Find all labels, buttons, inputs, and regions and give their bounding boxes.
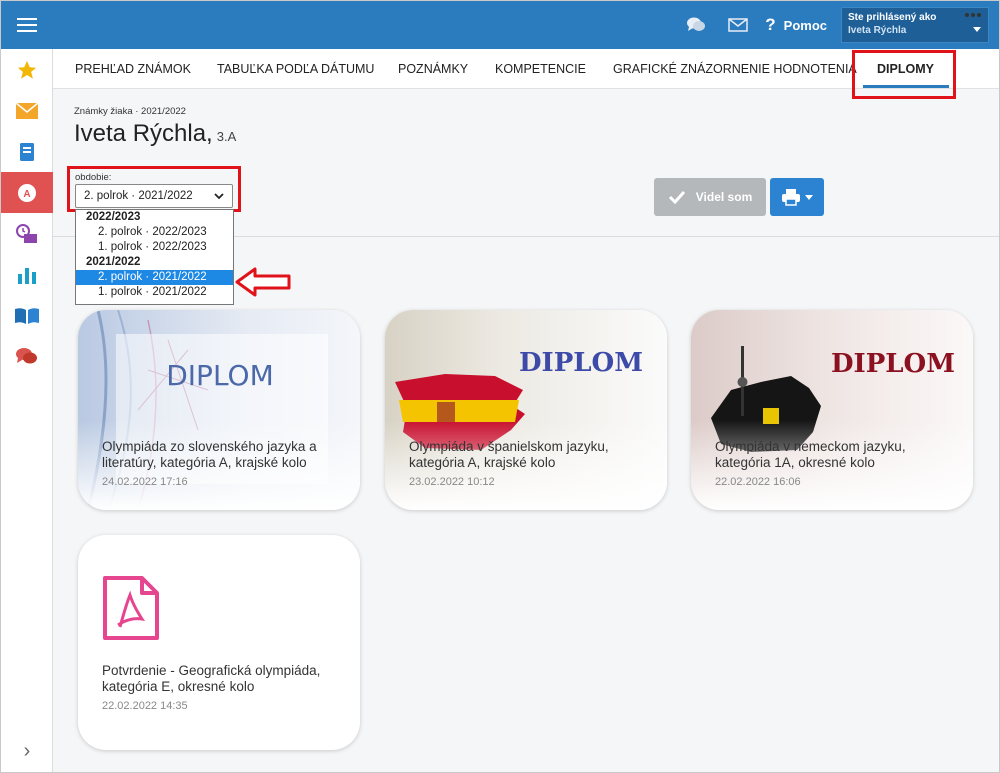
card-text: Potvrdenie - Geografická olympiáda, kate… xyxy=(102,663,342,712)
arrow-left-icon xyxy=(235,267,291,297)
user-name: Iveta Rýchla xyxy=(848,25,907,36)
dropdown-option[interactable]: 2. polrok · 2022/2023 xyxy=(76,225,233,240)
sidebar-item-favorites[interactable] xyxy=(1,49,53,90)
mail-icon[interactable] xyxy=(717,1,759,49)
highlight-period-select xyxy=(67,166,241,212)
tab-notes[interactable]: POZNÁMKY xyxy=(398,49,468,89)
dropdown-option[interactable]: 1. polrok · 2022/2023 xyxy=(76,240,233,255)
thumbnail-text: DIPLOM xyxy=(166,359,274,392)
dropdown-option-selected[interactable]: 2. polrok · 2021/2022 xyxy=(76,270,233,285)
sidebar-item-messages[interactable] xyxy=(1,90,53,131)
card-title: Olympiáda zo slovenského jazyka a litera… xyxy=(102,439,317,470)
sidebar: A › xyxy=(1,49,53,772)
card-date: 22.02.2022 16:06 xyxy=(715,476,801,488)
clock-board-icon xyxy=(16,223,37,243)
card-text: Olympiáda v nemeckom jazyku, kategória 1… xyxy=(715,439,955,488)
check-icon xyxy=(668,190,685,204)
thumbnail-text: DIPLOM xyxy=(519,348,643,378)
tab-table-by-date[interactable]: TABUĽKA PODĽA DÁTUMU xyxy=(217,49,374,89)
card-title: Potvrdenie - Geografická olympiáda, kate… xyxy=(102,663,321,694)
page-title: Iveta Rýchla, 3.A xyxy=(74,120,236,148)
sidebar-item-statistics[interactable] xyxy=(1,254,53,295)
menu-icon[interactable] xyxy=(1,1,53,49)
caret-down-icon xyxy=(973,27,981,32)
user-label: Ste prihlásený ako xyxy=(848,12,937,23)
card-text: Olympiáda zo slovenského jazyka a litera… xyxy=(102,439,342,488)
tab-grades-overview[interactable]: PREHĽAD ZNÁMOK xyxy=(75,49,191,89)
printer-icon xyxy=(782,189,800,206)
student-class: 3.A xyxy=(216,129,237,144)
star-icon xyxy=(17,60,37,79)
diploma-card[interactable]: DIPLOM Olympiáda v nemeckom jazyku, kate… xyxy=(691,310,973,510)
envelope-icon xyxy=(15,101,39,119)
dropdown-group: 2021/2022 xyxy=(86,256,141,268)
dropdown-group: 2022/2023 xyxy=(86,211,141,223)
student-name: Iveta Rýchla, xyxy=(74,120,213,147)
sidebar-item-discussion[interactable] xyxy=(1,336,53,377)
period-dropdown: 2022/2023 2. polrok · 2022/2023 1. polro… xyxy=(75,209,234,305)
grades-icon: A xyxy=(18,183,36,202)
chat-icon[interactable] xyxy=(675,1,717,49)
sidebar-item-library[interactable] xyxy=(1,295,53,336)
card-title: Olympiáda v nemeckom jazyku, kategória 1… xyxy=(715,439,906,470)
top-bar: ? Pomoc Ste prihlásený ako Iveta Rýchla xyxy=(1,1,999,49)
sidebar-item-schedule[interactable] xyxy=(1,213,53,254)
tab-competencies[interactable]: KOMPETENCIE xyxy=(495,49,586,89)
tab-graphical-evaluation[interactable]: GRAFICKÉ ZNÁZORNENIE HODNOTENIA xyxy=(613,49,857,89)
notebook-icon xyxy=(20,142,34,161)
help-icon: ? xyxy=(765,15,776,34)
breadcrumb: Známky žiaka · 2021/2022 xyxy=(74,106,186,117)
thumbnail-text: DIPLOM xyxy=(831,349,955,379)
bar-chart-icon xyxy=(18,267,36,284)
discussion-icon xyxy=(16,347,37,363)
card-date: 24.02.2022 17:16 xyxy=(102,476,188,488)
caret-down-icon xyxy=(805,194,813,200)
dropdown-option[interactable]: 1. polrok · 2021/2022 xyxy=(76,285,233,300)
top-actions: ? Pomoc Ste prihlásený ako Iveta Rýchla xyxy=(675,1,999,49)
sidebar-item-grades[interactable]: A xyxy=(1,172,53,213)
card-text: Olympiáda v španielskom jazyku, kategóri… xyxy=(409,439,649,488)
help-label: Pomoc xyxy=(783,17,827,33)
pdf-file-icon xyxy=(103,576,159,640)
seen-label: Videl som xyxy=(695,190,753,204)
diploma-card[interactable]: DIPLOM Olympiáda zo slovenského jazyka a… xyxy=(78,310,360,510)
chevron-right-icon[interactable]: › xyxy=(1,736,53,766)
card-date: 22.02.2022 14:35 xyxy=(102,700,188,712)
app-window: ? Pomoc Ste prihlásený ako Iveta Rýchla … xyxy=(0,0,1000,773)
card-date: 23.02.2022 10:12 xyxy=(409,476,495,488)
svg-text:A: A xyxy=(23,189,30,200)
open-book-icon xyxy=(15,307,39,324)
highlight-diplomas-tab xyxy=(852,50,956,99)
certificate-card[interactable]: Potvrdenie - Geografická olympiáda, kate… xyxy=(78,535,360,750)
seen-button[interactable]: Videl som xyxy=(654,178,766,216)
more-icon[interactable] xyxy=(965,13,981,23)
sidebar-item-notebook[interactable] xyxy=(1,131,53,172)
help-button[interactable]: ? Pomoc xyxy=(765,15,827,35)
card-title: Olympiáda v španielskom jazyku, kategóri… xyxy=(409,439,609,470)
diploma-card[interactable]: DIPLOM Olympiáda v španielskom jazyku, k… xyxy=(385,310,667,510)
print-button[interactable] xyxy=(770,178,824,216)
